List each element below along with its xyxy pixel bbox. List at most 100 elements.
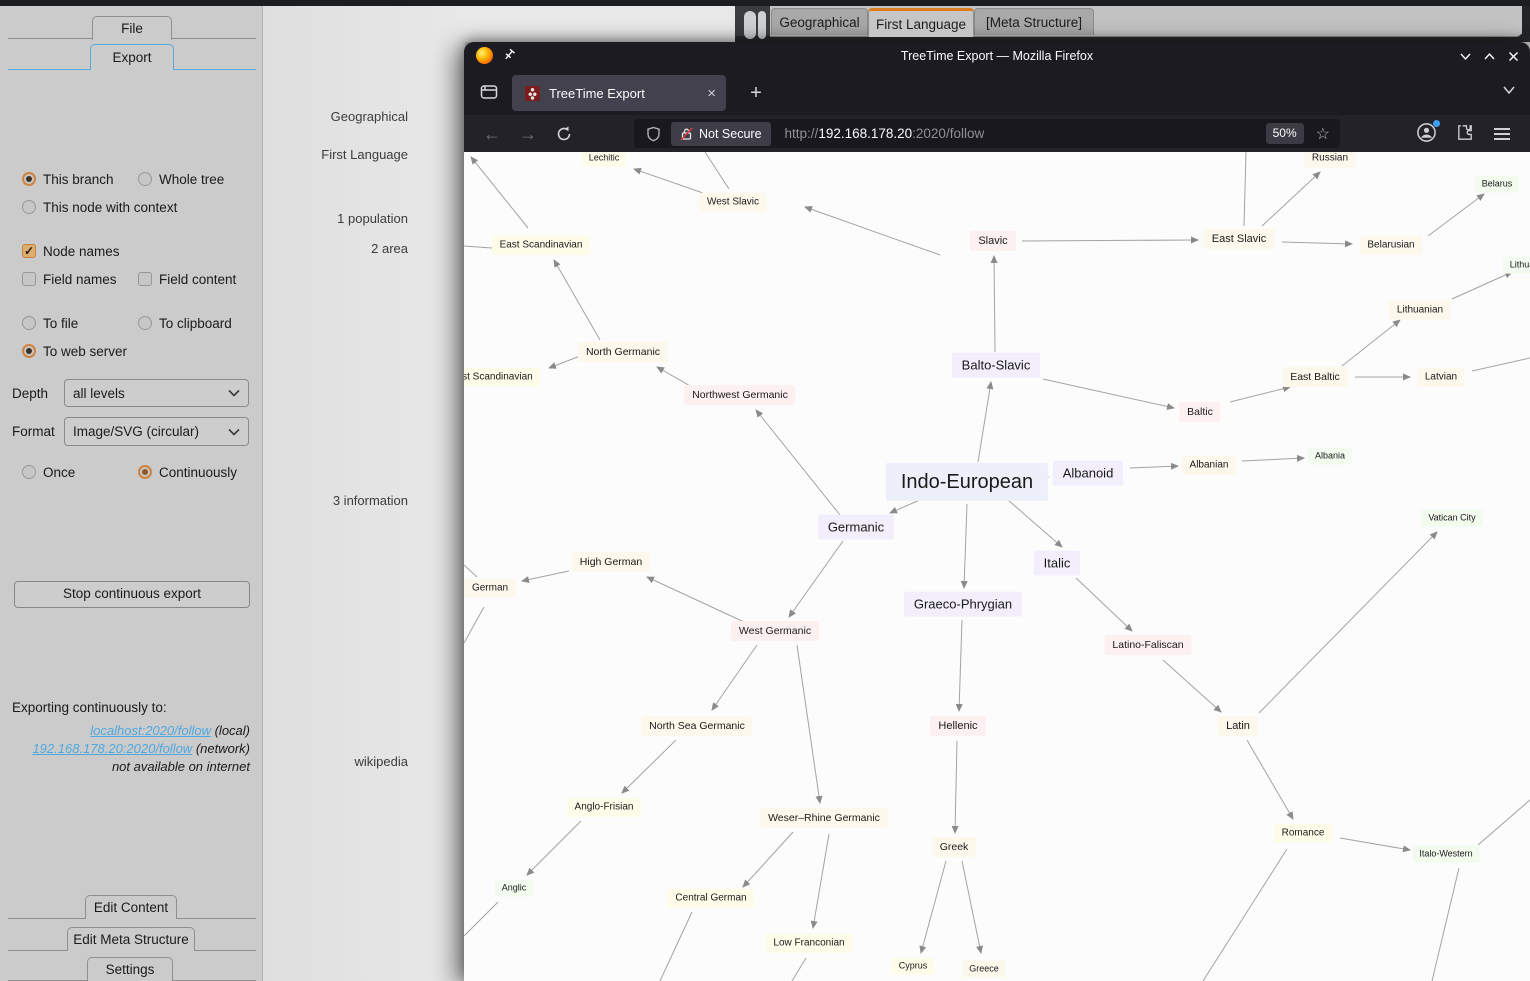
graph-node[interactable]: Albanian bbox=[1182, 456, 1236, 475]
shield-icon[interactable] bbox=[646, 126, 661, 142]
graph-node[interactable]: Greece bbox=[962, 961, 1005, 978]
url-path: :2020/follow bbox=[912, 126, 984, 141]
branch-tabstrip: Geographical First Language [Meta Struct… bbox=[770, 6, 1522, 37]
graph-node[interactable]: Indo-European bbox=[886, 463, 1048, 501]
zoom-level-badge[interactable]: 50% bbox=[1266, 123, 1304, 144]
checkbox-field-content[interactable]: Field content bbox=[138, 271, 236, 287]
url-text[interactable]: http://192.168.178.20:2020/follow bbox=[785, 126, 1266, 141]
graph-node[interactable]: East Baltic bbox=[1282, 367, 1347, 387]
graph-node[interactable]: Northwest Germanic bbox=[684, 385, 795, 405]
graph-node[interactable]: High German bbox=[572, 552, 650, 572]
tree-row-label: wikipedia bbox=[208, 754, 408, 769]
export-link-row: localhost:2020/follow (local) bbox=[0, 722, 250, 740]
graph-node[interactable]: West Slavic bbox=[699, 193, 766, 212]
firefox-titlebar[interactable]: TreeTime Export — Mozilla Firefox bbox=[464, 42, 1530, 70]
firefox-view-icon[interactable] bbox=[478, 82, 500, 102]
graph-node[interactable]: Anglo-Frisian bbox=[567, 798, 641, 817]
tab-first-language[interactable]: First Language bbox=[868, 8, 974, 37]
tab-edit-content[interactable]: Edit Content bbox=[85, 895, 177, 919]
graph-node[interactable]: Belarusian bbox=[1360, 236, 1422, 255]
graph-node[interactable]: Lithuanian bbox=[1389, 301, 1450, 320]
account-icon[interactable] bbox=[1416, 122, 1438, 144]
graph-node[interactable]: Latino-Faliscan bbox=[1105, 635, 1192, 655]
graph-node[interactable]: East Scandinavian bbox=[492, 236, 590, 255]
depth-label: Depth bbox=[12, 386, 48, 401]
graph-node[interactable]: Italo-Western bbox=[1413, 846, 1480, 863]
tab-edit-meta-structure[interactable]: Edit Meta Structure bbox=[67, 927, 195, 951]
radio-once[interactable]: Once bbox=[22, 464, 75, 480]
radio-to-file[interactable]: To file bbox=[22, 315, 78, 331]
extensions-puzzle-icon[interactable] bbox=[1456, 123, 1475, 147]
scrollbar-thumb[interactable] bbox=[758, 11, 766, 39]
graph-node[interactable]: Lechitic bbox=[582, 152, 626, 166]
radio-to-clipboard[interactable]: To clipboard bbox=[138, 315, 232, 331]
graph-node[interactable]: Italic bbox=[1034, 551, 1080, 576]
tab-settings[interactable]: Settings bbox=[87, 957, 173, 981]
close-button[interactable] bbox=[1506, 49, 1520, 63]
graph-node[interactable]: North Germanic bbox=[578, 342, 668, 362]
graph-node[interactable]: Graeco-Phrygian bbox=[904, 592, 1022, 617]
graph-node[interactable]: Central German bbox=[668, 889, 754, 908]
chevron-down-icon bbox=[228, 428, 240, 436]
tree-label-column: Geographical First Language 1 population… bbox=[263, 6, 465, 981]
not-secure-chip[interactable]: Not Secure bbox=[671, 122, 771, 146]
checkbox-field-names[interactable]: Field names bbox=[22, 271, 117, 287]
radio-this-node-with-context[interactable]: This node with context bbox=[22, 199, 177, 215]
tab-geographical[interactable]: Geographical bbox=[771, 8, 868, 35]
tab-file[interactable]: File bbox=[92, 16, 172, 40]
maximize-button[interactable] bbox=[1482, 49, 1496, 63]
radio-continuously[interactable]: Continuously bbox=[138, 464, 237, 480]
graph-node[interactable]: Vatican City bbox=[1422, 510, 1483, 527]
graph-node[interactable]: Slavic bbox=[970, 231, 1016, 251]
graph-node[interactable]: Baltic bbox=[1179, 402, 1220, 422]
browser-tab-treetime-export[interactable]: TreeTime Export × bbox=[512, 75, 726, 111]
graph-node[interactable]: Lithuania bbox=[1503, 257, 1530, 274]
local-export-link[interactable]: localhost:2020/follow bbox=[90, 723, 211, 738]
checkbox-node-names[interactable]: ✓ Node names bbox=[22, 243, 120, 259]
graph-node[interactable]: Germanic bbox=[818, 515, 894, 540]
graph-node[interactable]: North Sea Germanic bbox=[641, 716, 752, 736]
reload-button[interactable] bbox=[550, 120, 578, 148]
tab-close-icon[interactable]: × bbox=[707, 85, 716, 102]
tab-export[interactable]: Export bbox=[90, 44, 174, 70]
radio-to-web-server[interactable]: To web server bbox=[22, 343, 127, 359]
minimize-button[interactable] bbox=[1458, 49, 1472, 63]
radio-whole-tree[interactable]: Whole tree bbox=[138, 171, 224, 187]
graph-node[interactable]: Albania bbox=[1308, 448, 1352, 465]
depth-select[interactable]: all levels bbox=[64, 379, 249, 407]
radio-this-branch[interactable]: This branch bbox=[22, 171, 114, 187]
graph-node[interactable]: Romance bbox=[1274, 824, 1332, 843]
graph-node[interactable]: Albanoid bbox=[1053, 461, 1123, 486]
back-button[interactable]: ← bbox=[478, 120, 506, 148]
stop-continuous-export-button[interactable]: Stop continuous export bbox=[14, 581, 250, 608]
graph-node[interactable]: Belarus bbox=[1475, 176, 1519, 193]
radio-icon bbox=[22, 200, 36, 214]
graph-node[interactable]: German bbox=[464, 579, 515, 598]
graph-node[interactable]: Balto-Slavic bbox=[952, 353, 1040, 378]
bookmark-star-icon[interactable]: ☆ bbox=[1316, 124, 1330, 144]
network-export-link[interactable]: 192.168.178.20:2020/follow bbox=[32, 741, 192, 756]
canvas-scrollbar[interactable] bbox=[735, 6, 770, 36]
graph-node[interactable]: West Germanic bbox=[731, 621, 819, 641]
radio-icon bbox=[22, 344, 36, 358]
graph-node[interactable]: Low Franconian bbox=[766, 934, 852, 953]
graph-node[interactable]: Latvian bbox=[1417, 368, 1464, 387]
graph-node[interactable]: Latin bbox=[1218, 716, 1258, 736]
graph-node[interactable]: Russian bbox=[1304, 152, 1355, 167]
graph-node[interactable]: West Scandinavian bbox=[464, 368, 540, 387]
new-tab-button[interactable]: + bbox=[742, 79, 770, 107]
url-bar[interactable]: Not Secure http://192.168.178.20:2020/fo… bbox=[634, 119, 1340, 148]
scrollbar-thumb[interactable] bbox=[744, 11, 756, 39]
graph-node[interactable]: Cyprus bbox=[892, 958, 934, 975]
graph-node[interactable]: Anglic bbox=[495, 880, 533, 897]
graph-node[interactable]: Greek bbox=[932, 837, 976, 857]
graph-node[interactable]: Hellenic bbox=[930, 716, 986, 736]
graph-node[interactable]: East Slavic bbox=[1204, 229, 1275, 249]
graph-node[interactable]: Weser–Rhine Germanic bbox=[760, 808, 888, 828]
list-all-tabs-icon[interactable] bbox=[1502, 82, 1516, 100]
format-select[interactable]: Image/SVG (circular) bbox=[64, 417, 249, 446]
url-host: 192.168.178.20 bbox=[818, 126, 912, 141]
forward-button[interactable]: → bbox=[514, 120, 542, 148]
tab-meta-structure[interactable]: [Meta Structure] bbox=[974, 8, 1094, 35]
menu-hamburger-icon[interactable] bbox=[1494, 128, 1510, 140]
